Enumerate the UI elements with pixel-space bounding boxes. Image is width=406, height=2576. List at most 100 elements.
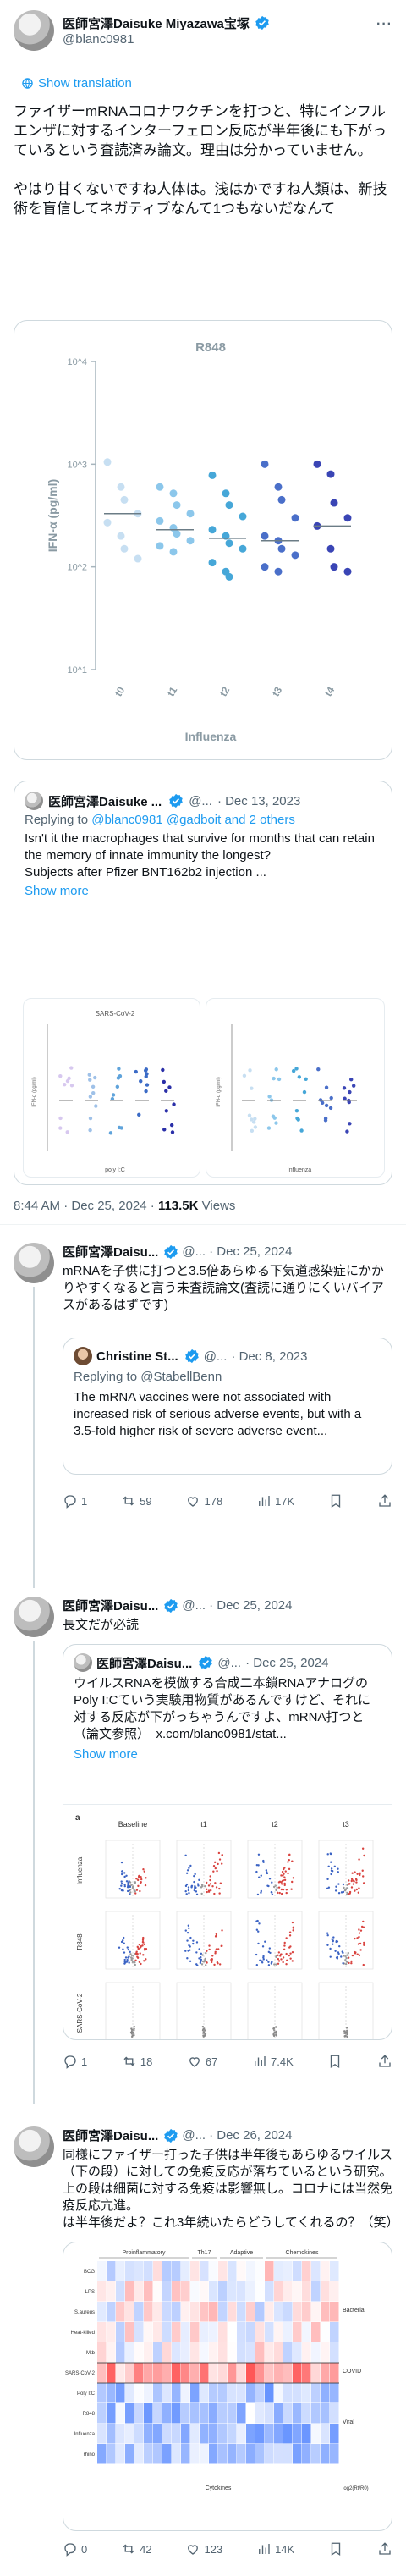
quoted-tweet[interactable]: Christine St... @... · Dec 8, 2023 Reply…: [63, 1338, 392, 1475]
author-name[interactable]: 医師宮澤Daisu...: [63, 1243, 158, 1260]
volcano-point: [192, 1942, 195, 1945]
mini-point: [164, 1089, 168, 1093]
quoted-image-left[interactable]: SARS-CoV-2 IFN-α (pg/ml) poly I:C: [23, 998, 200, 1178]
globe-icon: [22, 78, 33, 89]
volcano-point: [291, 1860, 294, 1862]
show-translation-link[interactable]: Show translation: [22, 76, 132, 91]
heatmap-cell: [125, 2403, 134, 2424]
avatar[interactable]: [14, 1243, 54, 1283]
reply-icon: [64, 1495, 76, 1509]
views-button[interactable]: 17K: [256, 1493, 294, 1509]
author-name[interactable]: 医師宮澤Daisuke Miyazawa宝塚: [63, 17, 250, 31]
reply-tweet[interactable]: 医師宮澤Daisu... @... · Dec 25, 2024 mRNAを子供…: [14, 1243, 392, 1588]
heatmap-cell: [116, 2424, 125, 2444]
like-button[interactable]: 67: [187, 2054, 217, 2069]
replying-others[interactable]: @gadboit and 2 others: [167, 813, 295, 827]
volcano-point: [326, 1932, 329, 1934]
heatmap-cell: [162, 2281, 172, 2302]
volcano-point: [261, 1945, 265, 1948]
author-handle[interactable]: @blanc0981: [63, 32, 392, 47]
avatar[interactable]: [14, 10, 54, 51]
post-date[interactable]: · Dec 25, 2024: [209, 1598, 292, 1613]
volcano-point: [186, 1869, 189, 1872]
author-name[interactable]: 医師宮澤Daisu...: [63, 2126, 158, 2144]
mini-point: [324, 1085, 329, 1089]
share-button[interactable]: [377, 2541, 392, 2557]
data-point: [239, 512, 247, 521]
repost-icon: [123, 2544, 134, 2554]
volcano-point: [346, 2033, 348, 2036]
y-tick-label: 10^1: [67, 665, 87, 676]
reply-count: 1: [81, 1494, 88, 1508]
show-more-link[interactable]: Show more: [14, 881, 392, 900]
share-button[interactable]: [377, 2054, 392, 2069]
tweet-image-heatmap[interactable]: Proinflammatory Th17 Adaptive Chemokines BCG…: [63, 2242, 392, 2531]
avatar[interactable]: [14, 1597, 54, 1637]
reply-tweet[interactable]: 医師宮澤Daisu... @... · Dec 26, 2024 同様にファイザ…: [14, 2126, 398, 2567]
volcano-point: [256, 1893, 260, 1896]
tweet-image-chart[interactable]: R848 10^1 10^2 10^3 10^4 IFN-α (pg/ml) t0 t1…: [14, 320, 392, 760]
reply-tweet[interactable]: 医師宮澤Daisu... @... · Dec 25, 2024 長文だが必読 …: [14, 1597, 392, 2104]
show-translation-label: Show translation: [38, 76, 132, 91]
repost-button[interactable]: 18: [122, 2054, 152, 2069]
heatmap-cell: [293, 2424, 302, 2444]
bookmark-button[interactable]: [328, 2541, 343, 2557]
more-icon[interactable]: ···: [376, 17, 392, 32]
volcano-point: [123, 1961, 126, 1963]
heatmap-cell: [255, 2383, 265, 2403]
show-more-link[interactable]: Show more: [63, 1743, 392, 1770]
volcano-point: [206, 1881, 208, 1884]
heatmap-cell: [293, 2444, 302, 2464]
repost-button[interactable]: 42: [121, 2541, 152, 2557]
reply-button[interactable]: 0: [63, 2541, 87, 2557]
quoted-tweet[interactable]: 医師宮澤Daisuke ... @... · Dec 13, 2023 Repl…: [14, 781, 392, 1185]
volcano-point: [264, 1940, 266, 1943]
heatmap-cell: [246, 2383, 255, 2403]
repost-button[interactable]: 59: [121, 1493, 152, 1509]
heatmap-cell: [311, 2322, 321, 2342]
views-button[interactable]: 7.4K: [252, 2054, 294, 2069]
volcano-point: [140, 1878, 143, 1881]
heatmap-cell: [134, 2302, 144, 2322]
heatmap-cell: [162, 2261, 172, 2281]
mini-point: [88, 1128, 92, 1133]
heatmap-cell: [293, 2322, 302, 2342]
like-button[interactable]: 178: [185, 1493, 222, 1509]
author-handle[interactable]: @...: [182, 1244, 206, 1259]
post-date[interactable]: · Dec 26, 2024: [209, 2128, 292, 2143]
author-handle[interactable]: @...: [182, 2128, 206, 2143]
heatmap-cell: [283, 2424, 293, 2444]
heatmap-row-label: BCG: [84, 2270, 95, 2275]
views-button[interactable]: 14K: [256, 2541, 294, 2557]
volcano-point: [142, 1941, 145, 1944]
heatmap-cell: [283, 2403, 293, 2424]
volcano-point: [255, 1953, 258, 1956]
mini-point: [91, 1090, 96, 1095]
heatmap-cell: [172, 2444, 181, 2464]
heatmap-cell: [116, 2383, 125, 2403]
heatmap-cell: [311, 2424, 321, 2444]
bookmark-button[interactable]: [327, 2054, 343, 2069]
like-button[interactable]: 123: [185, 2541, 222, 2557]
heatmap-cell: [237, 2403, 246, 2424]
heatmap-cell: [209, 2281, 218, 2302]
quoted-tweet[interactable]: 医師宮澤Daisu... @... · Dec 25, 2024 ウイルスRNA…: [63, 1644, 392, 2040]
reply-button[interactable]: 1: [63, 1493, 87, 1509]
views-icon: [259, 2544, 270, 2554]
volcano-point: [350, 1886, 354, 1889]
heatmap-cell: [107, 2444, 116, 2464]
timestamp[interactable]: 8:44 AM · Dec 25, 2024 ·: [14, 1199, 155, 1213]
quoted-image-right[interactable]: IFN-α (pg/ml) Influenza: [206, 998, 385, 1178]
avatar[interactable]: [14, 2126, 54, 2167]
share-button[interactable]: [377, 1493, 392, 1509]
bookmark-button[interactable]: [328, 1493, 343, 1509]
quoted-replying-line: Replying to @blanc0981 @gadboit and 2 ot…: [14, 810, 392, 829]
replying-handle[interactable]: @blanc0981: [91, 813, 162, 827]
post-date[interactable]: · Dec 25, 2024: [209, 1244, 292, 1259]
volcano-point: [195, 1893, 199, 1896]
volcano-point: [261, 1961, 264, 1964]
reply-button[interactable]: 1: [63, 2054, 87, 2069]
author-name[interactable]: 医師宮澤Daisu...: [63, 1597, 158, 1614]
author-handle[interactable]: @...: [182, 1598, 206, 1613]
quoted-image-volcano[interactable]: a Baseline t1 t2 t3 Influenza R848 SARS-CoV-2: [63, 1804, 392, 2039]
